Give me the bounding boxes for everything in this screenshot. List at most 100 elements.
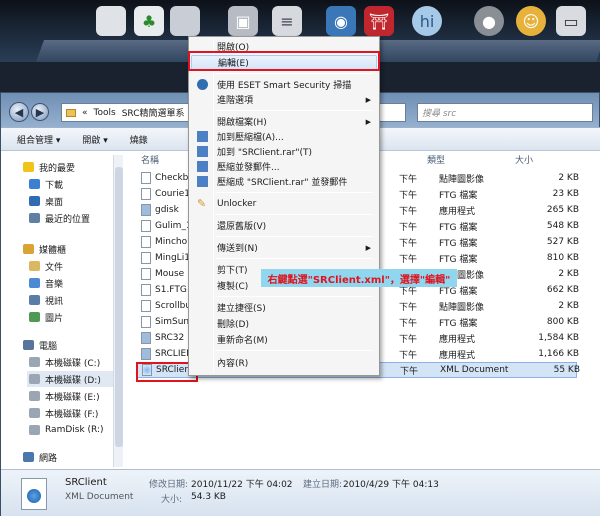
file-date: 下午 xyxy=(400,366,419,377)
file-date: 下午 xyxy=(399,206,418,217)
winrar-icon xyxy=(197,131,208,142)
details-created-label: 建立日期: xyxy=(303,480,343,490)
column-header-name[interactable]: 名稱 xyxy=(141,151,159,168)
submenu-arrow-icon: ▶ xyxy=(365,117,371,126)
sidebar-item-pictures[interactable]: 圖片 xyxy=(29,309,63,325)
search-input[interactable]: 搜尋 src xyxy=(417,103,593,122)
details-modified-value: 2010/11/22 下午 04:02 xyxy=(191,480,293,490)
sidebar-item-favorites[interactable]: 我的最愛 xyxy=(23,159,75,175)
menu-item-add-archive[interactable]: 加到壓縮檔(A)... xyxy=(191,129,377,144)
file-type: FTG 檔案 xyxy=(439,318,478,329)
menu-item-label: 加到 "SRClient.rar"(T) xyxy=(217,148,313,158)
menu-item-restore-previous[interactable]: 還原舊版(V) xyxy=(191,218,377,233)
sidebar-item-ramdisk[interactable]: RamDisk (R:) xyxy=(29,422,104,438)
file-type: 應用程式 xyxy=(439,206,476,217)
menu-item-label: 壓縮成 "SRClient.rar" 並發郵件 xyxy=(217,178,348,188)
submenu-arrow-icon: ▶ xyxy=(365,95,371,104)
menu-item-label: 還原舊版(V) xyxy=(217,222,267,232)
sidebar-item-label: 圖片 xyxy=(45,313,64,324)
menu-item-add-rar[interactable]: 加到 "SRClient.rar"(T) xyxy=(191,144,377,159)
sidebar-item-drive-c[interactable]: 本機磁碟 (C:) xyxy=(29,354,100,370)
documents-icon xyxy=(29,261,40,271)
sidebar-item-label: 音樂 xyxy=(45,279,64,290)
pot-icon[interactable]: ● xyxy=(474,6,504,36)
menu-item-create-shortcut[interactable]: 建立捷徑(S) xyxy=(191,300,377,315)
mac-mini-icon[interactable] xyxy=(96,6,126,36)
sidebar-item-videos[interactable]: 視訊 xyxy=(29,292,63,308)
music-icon xyxy=(29,278,40,288)
menu-item-rename[interactable]: 重新命名(M) xyxy=(191,332,377,347)
sidebar-item-drive-e[interactable]: 本機磁碟 (E:) xyxy=(29,388,100,404)
sidebar-item-label: RamDisk (R:) xyxy=(45,425,104,435)
ftg-file-icon xyxy=(141,252,151,264)
bitmap-file-icon xyxy=(141,300,151,312)
sidebar-item-downloads[interactable]: 下載 xyxy=(29,176,63,192)
sidebar-item-desktop[interactable]: 桌面 xyxy=(29,193,63,209)
breadcrumb-overflow[interactable]: « xyxy=(82,108,88,118)
details-file-name: SRClient xyxy=(65,477,107,488)
lock-icon[interactable]: ▣ xyxy=(228,6,258,36)
breadcrumb-src[interactable]: SRC精簡選單系 xyxy=(122,106,185,119)
menu-item-send-to[interactable]: 傳送到(N) ▶ xyxy=(191,240,377,255)
sidebar-item-libraries[interactable]: 媒體櫃 xyxy=(23,241,66,257)
sidebar-scrollbar[interactable] xyxy=(113,155,123,467)
window-icon[interactable] xyxy=(170,6,200,36)
forward-button[interactable]: ▶ xyxy=(31,103,49,121)
menu-item-eset-scan[interactable]: 使用 ESET Smart Security 掃描 xyxy=(191,77,377,92)
file-name: Scrollbu xyxy=(155,301,192,311)
ftg-file-icon xyxy=(141,220,151,232)
submenu-arrow-icon: ▶ xyxy=(365,243,371,252)
menu-item-unlocker[interactable]: ✎ Unlocker xyxy=(191,196,377,211)
sidebar-item-computer[interactable]: 電腦 xyxy=(23,337,57,353)
gate-icon[interactable]: ⛩ xyxy=(364,6,394,36)
winrar-icon xyxy=(197,176,208,187)
globe-icon[interactable]: ◉ xyxy=(326,6,356,36)
back-button[interactable]: ◀ xyxy=(9,102,29,122)
file-name: gdisk xyxy=(155,205,179,215)
sidebar-item-documents[interactable]: 文件 xyxy=(29,258,63,274)
sidebar-item-label: 本機磁碟 (C:) xyxy=(45,358,101,369)
instruction-callout: 右鍵點選"SRClient.xml"，選擇"編輯" xyxy=(261,269,457,287)
column-header-size[interactable]: 大小 xyxy=(515,151,533,168)
menu-item-delete[interactable]: 刪除(D) xyxy=(191,316,377,331)
dvd-drive-icon[interactable]: ▭ xyxy=(556,6,586,36)
menu-item-compress-email[interactable]: 壓縮並發郵件... xyxy=(191,159,377,174)
menu-item-advanced[interactable]: 進階選項 ▶ xyxy=(191,92,377,107)
file-size: 548 KB xyxy=(546,221,579,231)
sidebar-item-label: 本機磁碟 (D:) xyxy=(45,375,101,386)
menu-item-properties[interactable]: 內容(R) xyxy=(191,355,377,370)
file-size: 2 KB xyxy=(558,269,579,279)
sidebar-item-music[interactable]: 音樂 xyxy=(29,275,63,291)
sidebar-item-drive-f[interactable]: 本機磁碟 (F:) xyxy=(29,405,98,421)
sidebar-item-recent[interactable]: 最近的位置 xyxy=(29,210,90,226)
download-folder-icon xyxy=(29,179,40,189)
sidebar-item-drive-d[interactable]: 本機磁碟 (D:) xyxy=(27,371,113,387)
drive-icon xyxy=(29,374,40,384)
menu-item-label: 壓縮並發郵件... xyxy=(217,163,280,173)
navigation-pane: 我的最愛 下載 桌面 最近的位置 媒體櫃 文件 音樂 視訊 圖片 電腦 本機磁碟… xyxy=(1,151,125,469)
scrollbar-thumb[interactable] xyxy=(115,167,123,447)
hi-bubble-icon[interactable]: hi xyxy=(412,6,442,36)
organize-button[interactable]: 組合管理 ▾ xyxy=(17,133,60,146)
open-button[interactable]: 開啟 ▾ xyxy=(82,133,107,146)
chat-icon[interactable]: ≡ xyxy=(272,6,302,36)
file-size: 265 KB xyxy=(546,205,579,215)
file-type: 點陣圖影像 xyxy=(439,174,485,185)
file-type: FTG 檔案 xyxy=(439,254,478,265)
clover-icon[interactable]: ♣ xyxy=(134,6,164,36)
desktop-icon xyxy=(29,196,40,206)
file-name: SRC32 xyxy=(155,333,185,343)
file-size: 23 KB xyxy=(552,189,579,199)
column-header-type[interactable]: 類型 xyxy=(427,151,445,168)
menu-item-compress-rar-email[interactable]: 壓縮成 "SRClient.rar" 並發郵件 xyxy=(191,174,377,189)
breadcrumb-tools[interactable]: Tools xyxy=(94,108,116,118)
file-date: 下午 xyxy=(399,174,418,185)
sidebar-item-network[interactable]: 網路 xyxy=(23,449,57,465)
burn-button[interactable]: 燒錄 xyxy=(130,133,148,146)
menu-item-open-with[interactable]: 開啟檔案(H) ▶ xyxy=(191,114,377,129)
bitmap-file-icon xyxy=(141,172,151,184)
file-size: 800 KB xyxy=(546,317,579,327)
menu-separator xyxy=(215,110,373,111)
file-date: 下午 xyxy=(399,222,418,233)
mascot-icon[interactable]: ☺ xyxy=(516,6,546,36)
